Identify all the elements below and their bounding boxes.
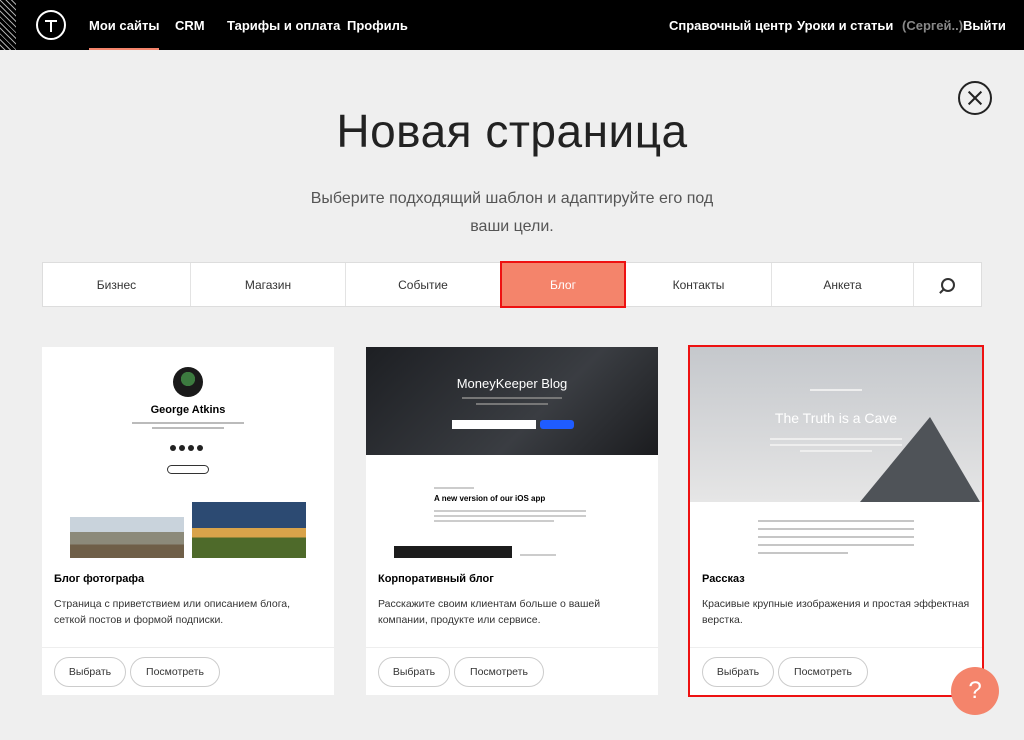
template-card-corporate-blog[interactable]: MoneyKeeper Blog A new version of our iO… — [366, 347, 658, 695]
social-icon — [197, 445, 203, 451]
preview-text-line — [758, 520, 914, 522]
tilda-logo-icon[interactable] — [36, 10, 66, 40]
template-preview: MoneyKeeper Blog A new version of our iO… — [366, 347, 658, 558]
card-description: Страница с приветствием или описанием бл… — [54, 598, 291, 626]
preview-text-line — [800, 450, 872, 452]
preview-hero — [366, 347, 658, 455]
preview-image-chapel — [192, 502, 306, 558]
preview-text-line — [758, 552, 848, 554]
avatar — [173, 367, 203, 397]
nav-help-center[interactable]: Справочный центр — [669, 18, 792, 33]
search-icon — [940, 277, 955, 292]
preview-email-input — [452, 420, 536, 429]
social-icon — [179, 445, 185, 451]
nav-my-sites[interactable]: Мои сайты — [89, 18, 160, 50]
preview-date — [520, 554, 556, 556]
preview-text-line — [462, 397, 562, 399]
tab-form[interactable]: Анкета — [772, 263, 914, 306]
nav-pricing[interactable]: Тарифы и оплата — [227, 18, 340, 33]
preview-heading: A new version of our iOS app — [434, 494, 546, 503]
preview-image — [394, 546, 512, 558]
preview-text-line — [770, 444, 902, 446]
preview-text-line — [758, 544, 914, 546]
nav-crm[interactable]: CRM — [175, 18, 205, 33]
view-button[interactable]: Посмотреть — [778, 657, 868, 687]
tab-contacts[interactable]: Контакты — [626, 263, 772, 306]
social-icon — [170, 445, 176, 451]
preview-text-line — [758, 528, 914, 530]
help-question-icon: ? — [968, 677, 982, 704]
page-subtitle: Выберите подходящий шаблон и адаптируйте… — [310, 190, 714, 235]
preview-subscribe-button — [540, 420, 574, 429]
card-description: Красивые крупные изображения и простая э… — [702, 598, 970, 626]
view-button[interactable]: Посмотреть — [454, 657, 544, 687]
preview-text-line — [152, 427, 224, 429]
tab-blog[interactable]: Блог — [500, 261, 626, 308]
tab-search[interactable] — [914, 263, 981, 306]
preview-date — [434, 487, 474, 489]
select-button[interactable]: Выбрать — [378, 657, 450, 687]
nav-lessons[interactable]: Уроки и статьи — [797, 18, 893, 33]
divider — [366, 647, 658, 648]
card-title: Рассказ — [702, 573, 745, 585]
nav-profile[interactable]: Профиль — [347, 18, 408, 33]
preview-text-line — [770, 438, 902, 440]
divider — [690, 647, 982, 648]
social-icon — [188, 445, 194, 451]
template-card-photographer-blog[interactable]: George Atkins Блог фотографа Страница с … — [42, 347, 334, 695]
preview-text-line — [434, 520, 554, 522]
select-button[interactable]: Выбрать — [702, 657, 774, 687]
preview-subscribe-button — [167, 465, 209, 474]
preview-text-line — [132, 422, 244, 424]
decorative-pattern — [0, 0, 16, 50]
preview-mountain — [860, 417, 980, 502]
tab-business[interactable]: Бизнес — [43, 263, 191, 306]
preview-image-bridge — [70, 517, 184, 558]
preview-text-line — [434, 510, 586, 512]
divider — [42, 647, 334, 648]
select-button[interactable]: Выбрать — [54, 657, 126, 687]
view-button[interactable]: Посмотреть — [130, 657, 220, 687]
tab-event[interactable]: Событие — [346, 263, 501, 306]
nav-logout[interactable]: Выйти — [963, 18, 1006, 33]
card-title: Блог фотографа — [54, 573, 145, 585]
card-description: Расскажите своим клиентам больше о вашей… — [378, 598, 601, 626]
nav-user-name: (Сергей..) — [902, 18, 964, 33]
preview-title: MoneyKeeper Blog — [456, 376, 568, 391]
preview-name: George Atkins — [150, 404, 226, 416]
template-card-story[interactable]: The Truth is a Cave Рассказ Красивые кру… — [688, 345, 984, 697]
preview-text-line — [434, 515, 586, 517]
template-preview: George Atkins — [42, 347, 334, 558]
tab-shop[interactable]: Магазин — [191, 263, 346, 306]
category-tabs: Бизнес Магазин Событие Блог Контакты Анк… — [42, 261, 982, 308]
page-title: Новая страница — [336, 105, 688, 157]
preview-title: The Truth is a Cave — [774, 410, 898, 426]
preview-text-line — [810, 389, 862, 391]
top-navigation: Мои сайты CRM Тарифы и оплата Профиль Сп… — [0, 0, 1024, 50]
template-preview: The Truth is a Cave — [690, 347, 982, 558]
card-title: Корпоративный блог — [378, 573, 494, 585]
preview-text-line — [476, 403, 548, 405]
preview-text-line — [758, 536, 914, 538]
help-button[interactable]: ? — [951, 667, 999, 715]
